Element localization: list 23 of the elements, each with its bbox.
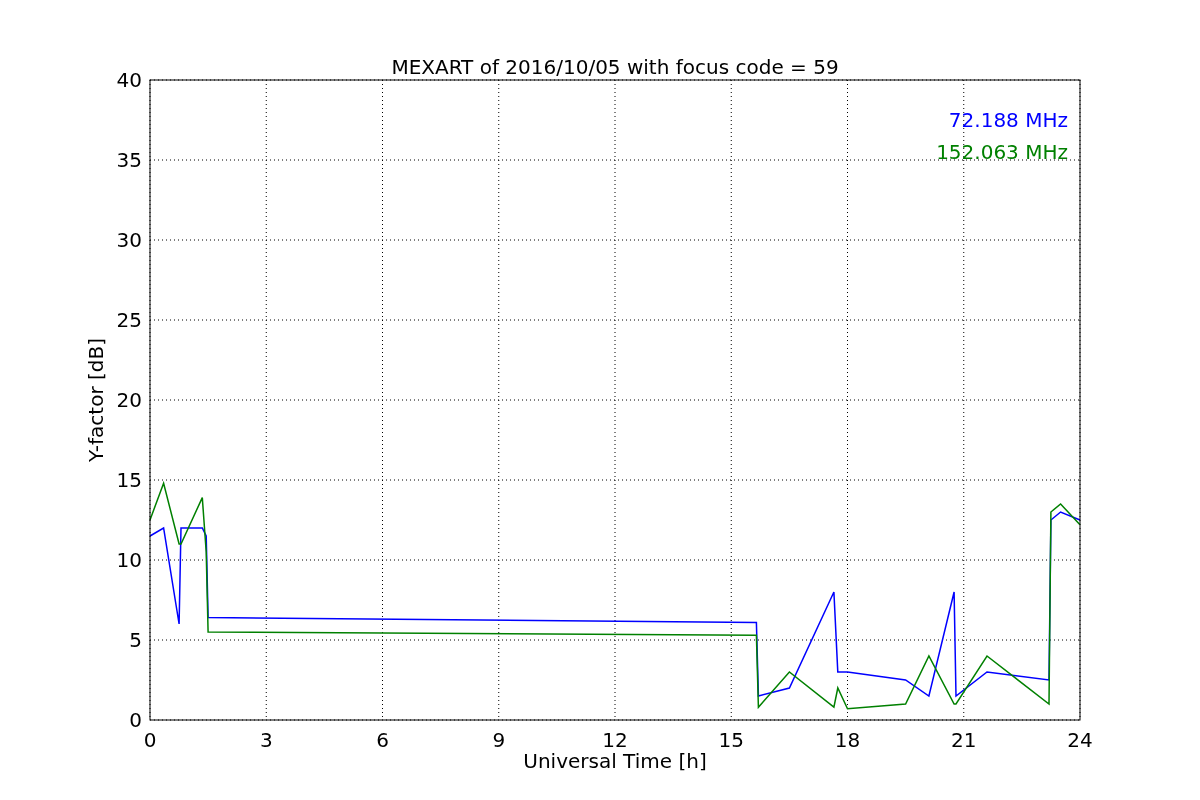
y-tick-label: 35: [116, 148, 142, 172]
x-tick-label: 12: [602, 728, 628, 752]
y-tick-label: 40: [116, 68, 142, 92]
y-axis-label: Y-factor [dB]: [84, 338, 108, 462]
x-tick-label: 24: [1067, 728, 1093, 752]
legend-label: 72.188 MHz: [948, 108, 1068, 132]
x-tick-label: 21: [951, 728, 977, 752]
y-tick-label: 5: [129, 628, 142, 652]
y-tick-label: 20: [116, 388, 142, 412]
x-tick-label: 6: [376, 728, 389, 752]
y-tick-label: 10: [116, 548, 142, 572]
chart-title: MEXART of 2016/10/05 with focus code = 59: [391, 55, 839, 79]
x-tick-label: 18: [834, 728, 861, 752]
y-tick-label: 0: [129, 708, 142, 732]
x-tick-label: 9: [492, 728, 506, 752]
y-tick-label: 25: [116, 308, 142, 332]
x-tick-label: 0: [143, 728, 157, 752]
y-tick-label: 30: [116, 228, 142, 252]
legend-label: 152.063 MHz: [936, 140, 1068, 164]
x-tick-label: 3: [259, 728, 273, 752]
x-axis-label: Universal Time [h]: [523, 749, 707, 773]
y-tick-label: 15: [116, 468, 142, 492]
x-tick-label: 15: [718, 728, 744, 752]
